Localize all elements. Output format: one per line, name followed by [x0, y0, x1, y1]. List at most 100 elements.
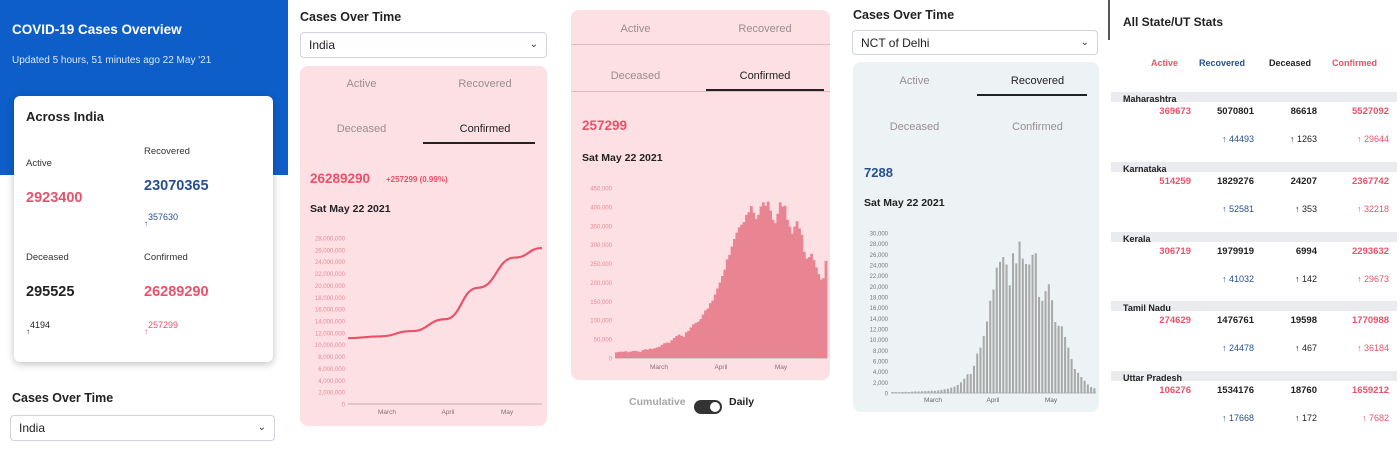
bar	[1041, 300, 1044, 393]
bar	[985, 321, 989, 393]
bar	[665, 342, 669, 358]
bar	[1060, 326, 1063, 393]
up-arrow-icon: ↑	[144, 327, 148, 336]
header-confirmed[interactable]: Confirmed	[1332, 58, 1377, 68]
delta-confirmed-value: 29644	[1363, 134, 1389, 144]
region-select[interactable]: India ⌄	[300, 32, 547, 58]
delta-confirmed: ↑ 29644	[1317, 134, 1389, 144]
cell-confirmed: 2367742	[1352, 176, 1389, 187]
bar	[810, 253, 813, 358]
bar	[682, 336, 686, 358]
tab-confirmed[interactable]: Confirmed	[976, 121, 1099, 133]
bar	[927, 390, 930, 393]
state-name: Kerala	[1123, 234, 1151, 244]
y-tick-label: 4,000	[873, 370, 889, 376]
bar	[1083, 380, 1086, 393]
tab-underline	[423, 142, 535, 144]
bar	[933, 390, 936, 393]
y-tick-label: 400,000	[590, 205, 612, 211]
up-arrow-icon: ↑	[1294, 204, 1300, 214]
y-tick-label: 50,000	[594, 338, 613, 344]
y-tick-label: 6,000	[873, 360, 889, 366]
y-tick-label: 300,000	[590, 243, 612, 249]
tab-confirmed[interactable]: Confirmed	[423, 123, 547, 135]
bar	[624, 351, 628, 358]
delta-deceased-value: 172	[1301, 413, 1317, 423]
bar	[646, 349, 650, 358]
tab-recovered[interactable]: Recovered	[976, 75, 1099, 87]
region-select[interactable]: India ⌄	[10, 415, 275, 441]
bar	[675, 336, 679, 358]
bar	[778, 202, 782, 358]
delta-confirmed-value: 29673	[1363, 274, 1389, 284]
bar	[689, 327, 693, 358]
bar	[943, 389, 946, 393]
y-tick-label: 150,000	[590, 300, 612, 306]
state-select[interactable]: NCT of Delhi ⌄	[852, 30, 1098, 55]
y-tick-label: 16,000,000	[315, 308, 346, 314]
tab-active[interactable]: Active	[300, 78, 423, 90]
x-tick-label: March	[924, 397, 942, 404]
tab-active[interactable]: Active	[853, 75, 976, 87]
tab-deceased[interactable]: Deceased	[853, 121, 976, 133]
bar	[745, 214, 748, 358]
tab-deceased[interactable]: Deceased	[300, 123, 423, 135]
bar	[757, 214, 760, 358]
bar	[658, 346, 662, 358]
bar	[1070, 358, 1073, 393]
bar	[924, 391, 927, 393]
header-deceased[interactable]: Deceased	[1269, 58, 1311, 68]
cell-active: 306719	[1159, 246, 1191, 257]
section-title: Cases Over Time	[300, 10, 402, 24]
delta-confirmed: ↑ 36184	[1317, 343, 1389, 353]
tab-deceased[interactable]: Deceased	[571, 70, 700, 82]
bar	[764, 205, 768, 358]
delta-deceased: ↑ 142	[1254, 274, 1317, 284]
header-recovered[interactable]: Recovered	[1199, 58, 1245, 68]
bar	[1015, 263, 1018, 393]
header-active[interactable]: Active	[1151, 58, 1178, 68]
state-table-screen: All State/UT Stats Active Recovered Dece…	[1108, 0, 1400, 467]
tab-recovered[interactable]: Recovered	[423, 78, 547, 90]
y-tick-label: 12,000	[870, 328, 889, 334]
y-tick-label: 28,000,000	[315, 237, 346, 243]
y-tick-label: 0	[609, 357, 613, 363]
tab-recovered[interactable]: Recovered	[700, 23, 830, 35]
y-tick-label: 6,000,000	[318, 367, 345, 373]
y-tick-label: 4,000,000	[318, 379, 345, 385]
x-tick-label: May	[1045, 397, 1058, 404]
bar	[781, 206, 785, 358]
bar	[790, 233, 794, 358]
bar	[1031, 254, 1034, 393]
active-value: 2923400	[26, 190, 83, 206]
bar	[684, 332, 688, 358]
bar	[759, 206, 763, 358]
y-tick-label: 26,000,000	[315, 248, 346, 254]
cumulative-daily-toggle[interactable]	[694, 400, 722, 414]
bar	[798, 228, 801, 358]
bar	[721, 276, 724, 358]
bar	[634, 350, 638, 358]
tab-confirmed[interactable]: Confirmed	[700, 70, 830, 82]
cell-confirmed: 2293632	[1352, 246, 1389, 257]
tab-active[interactable]: Active	[571, 23, 700, 35]
delta-recovered-value: 52581	[1228, 204, 1254, 214]
bar	[713, 294, 717, 358]
cumulative-line-chart: 0 2,000,000 4,000,000 6,000,000 8,000,000 10,…	[315, 237, 543, 416]
y-tick-label: 10,000,000	[315, 343, 346, 349]
y-tick-label: 26,000	[870, 253, 889, 259]
state-name: Uttar Pradesh	[1123, 373, 1183, 383]
y-tick-label: 22,000,000	[315, 272, 346, 278]
delta-deceased-value: 353	[1301, 204, 1317, 214]
bar	[761, 202, 765, 358]
bar	[711, 300, 715, 358]
x-tick-label: April	[986, 397, 1000, 404]
y-tick-label: 450,000	[590, 187, 612, 193]
bar	[776, 213, 780, 358]
delta-deceased-value: 1263	[1296, 134, 1317, 144]
x-tick-label: March	[650, 364, 668, 371]
delta-confirmed: ↑ 7682	[1317, 413, 1389, 423]
y-tick-label: 22,000	[870, 274, 889, 280]
y-tick-label: 8,000,000	[318, 355, 345, 361]
bar	[819, 279, 823, 358]
